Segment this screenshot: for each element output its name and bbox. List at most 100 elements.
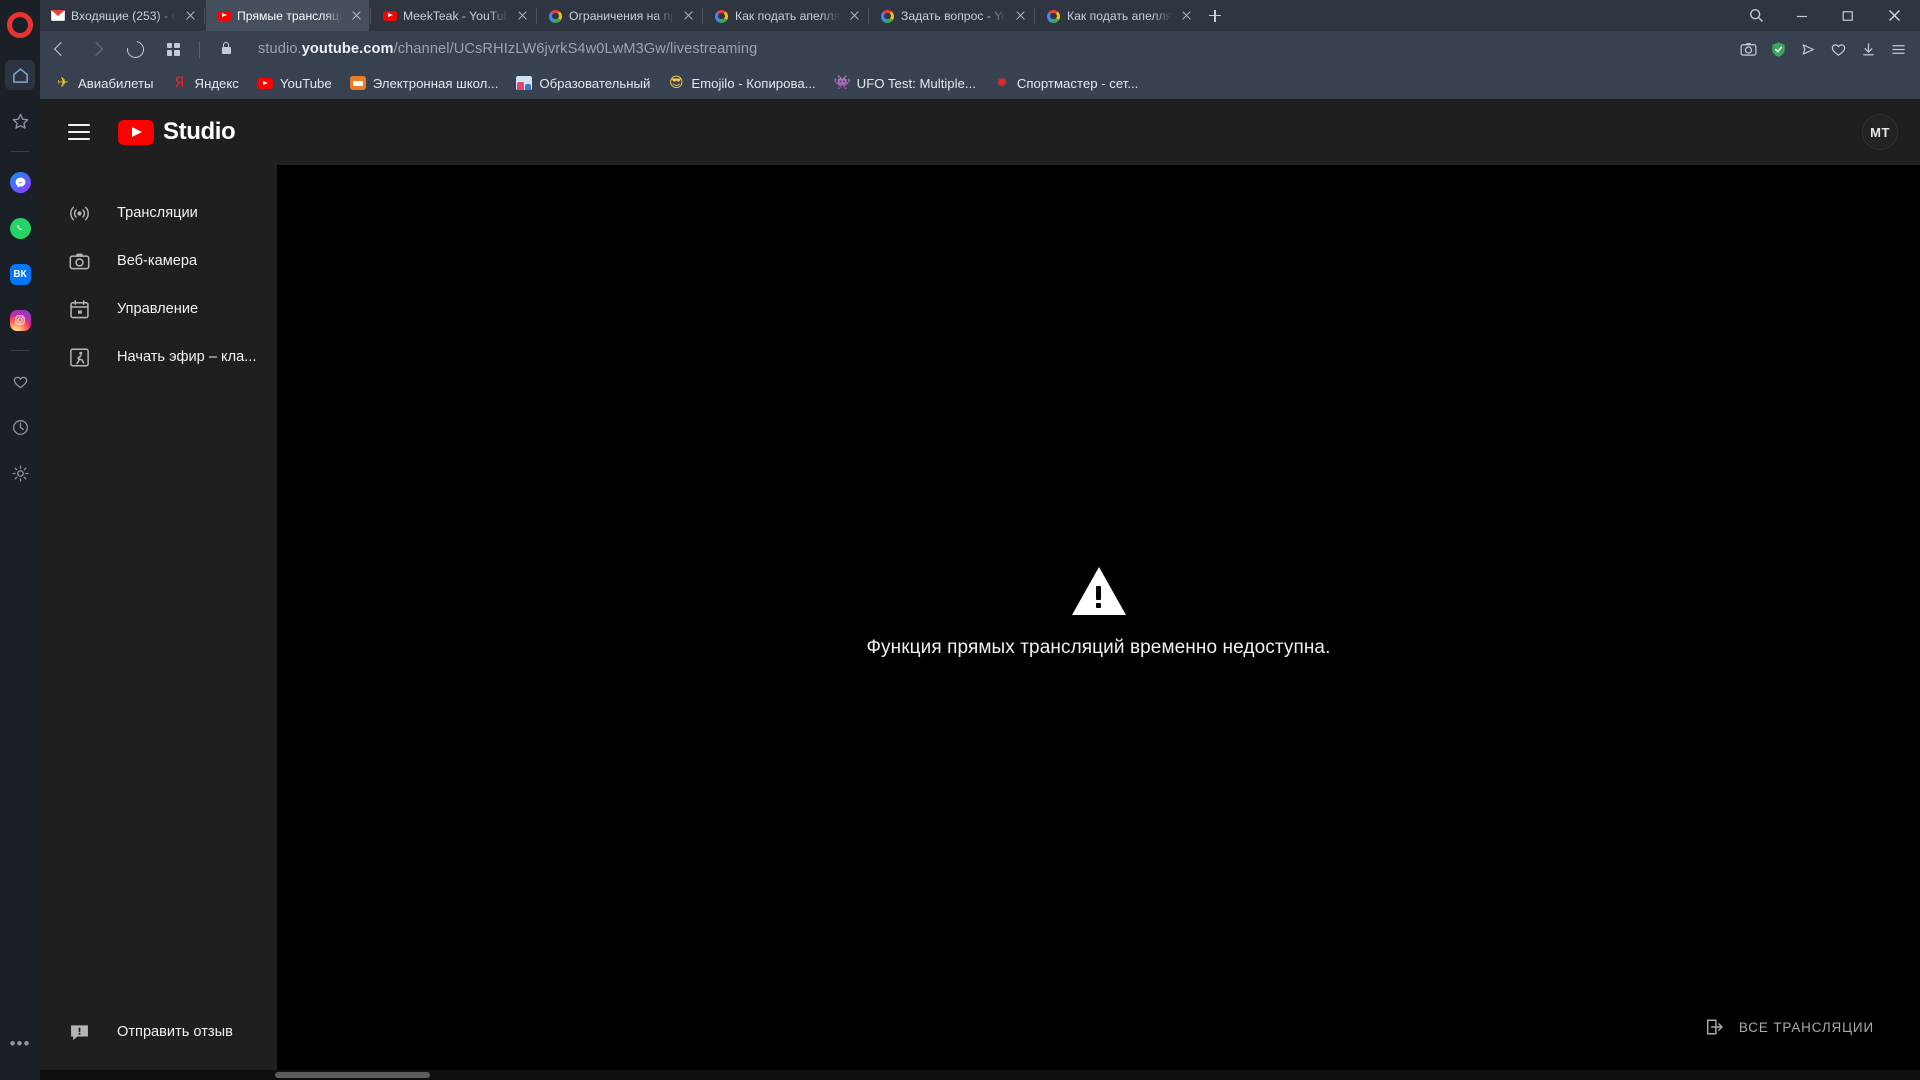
warning-triangle-icon: [1071, 567, 1126, 615]
history-clock-icon: [12, 419, 28, 435]
menu-icon: [1891, 44, 1905, 54]
new-tab-button[interactable]: [1199, 0, 1230, 31]
close-window-button[interactable]: [1872, 0, 1916, 31]
tab-separator: [370, 7, 371, 24]
broadcast-icon: [67, 201, 91, 225]
opera-logo-icon[interactable]: [7, 12, 33, 38]
send-feedback-button[interactable]: Отправить отзыв: [40, 1008, 277, 1056]
tab-close-icon[interactable]: [1178, 7, 1195, 24]
sidebar-more-options-button[interactable]: •••: [5, 1028, 35, 1058]
run-exit-icon: [67, 345, 91, 369]
browser-tab[interactable]: Ограничения на прямые т: [538, 0, 701, 31]
tab-close-icon[interactable]: [514, 7, 531, 24]
sidebar-item-label: Трансляции: [117, 205, 198, 221]
maximize-icon: [1842, 10, 1853, 21]
divider: [199, 40, 200, 58]
back-arrow-icon: [53, 41, 68, 57]
vpn-shield-button[interactable]: [1763, 34, 1793, 64]
browser-tab[interactable]: Как подать апелляцию на: [1036, 0, 1199, 31]
tab-overview-button[interactable]: [154, 34, 192, 64]
tab-close-icon[interactable]: [846, 7, 863, 24]
minimize-button[interactable]: [1780, 0, 1824, 31]
google-icon: [881, 9, 895, 23]
sidebar-item-heart[interactable]: [5, 366, 35, 396]
tab-close-icon[interactable]: [680, 7, 697, 24]
sidebar-item-label: Начать эфир – кла...: [117, 349, 257, 365]
opera-sidebar: ВК •••: [0, 0, 40, 1080]
sidebar-item-history[interactable]: [5, 412, 35, 442]
browser-tab[interactable]: Входящие (253) - craft.tv.m: [40, 0, 203, 31]
bookmark-label: YouTube: [279, 75, 332, 91]
bookmark-item[interactable]: Электронная школ...: [341, 72, 508, 94]
google-icon: [549, 9, 563, 23]
empty-state-message: Функция прямых трансляций временно недос…: [866, 637, 1331, 658]
bookmark-item[interactable]: ✹ Спортмастер - сет...: [985, 72, 1147, 94]
tab-close-icon[interactable]: [348, 7, 365, 24]
instagram-icon: [9, 309, 31, 331]
education-icon: [516, 75, 533, 91]
bookmark-item[interactable]: YouTube: [248, 72, 341, 94]
browser-search-button[interactable]: [1734, 0, 1778, 31]
hamburger-menu-icon[interactable]: [66, 119, 92, 145]
browser-tab[interactable]: Задать вопрос - YouTube С: [870, 0, 1033, 31]
tab-close-icon[interactable]: [1012, 7, 1029, 24]
bookmark-label: Электронная школ...: [372, 75, 499, 91]
sidebar-item-instagram[interactable]: [5, 305, 35, 335]
horizontal-scrollbar[interactable]: [40, 1070, 1920, 1080]
reload-button[interactable]: [116, 34, 154, 64]
calendar-icon: [67, 297, 91, 321]
sidebar-item-vk[interactable]: ВК: [5, 259, 35, 289]
site-security-button[interactable]: [207, 34, 245, 64]
bookmark-item[interactable]: Образовательный: [507, 72, 659, 94]
sidebar-item-label: Управление: [117, 301, 199, 317]
sidebar-item-classic-live[interactable]: Начать эфир – кла...: [40, 333, 277, 381]
close-icon: [1888, 10, 1900, 21]
tab-title: MeekTeak - YouTube: [403, 8, 508, 23]
sidebar-item-settings[interactable]: [5, 458, 35, 488]
sidebar-item-messenger[interactable]: [5, 167, 35, 197]
sidebar-item-broadcasts[interactable]: Трансляции: [40, 189, 277, 237]
bookmark-item[interactable]: 😎 Emojilo - Копирова...: [659, 72, 824, 94]
google-icon: [715, 9, 729, 23]
scrollbar-thumb[interactable]: [275, 1072, 430, 1078]
browser-tab-active[interactable]: Прямые трансляции - You: [206, 0, 369, 31]
sidebar-item-webcam[interactable]: Веб-камера: [40, 237, 277, 285]
avatar[interactable]: МТ: [1862, 114, 1898, 150]
browser-window: Входящие (253) - craft.tv.m Прямые трансл…: [0, 0, 1920, 1080]
forward-button[interactable]: [78, 34, 116, 64]
studio-header: Studio МТ: [40, 99, 1920, 165]
send-icon: [1802, 43, 1814, 55]
bookmark-item[interactable]: Я Яндекс: [163, 72, 248, 94]
sidebar-item-speed-dial[interactable]: [5, 60, 35, 90]
bookmark-item[interactable]: ✈ Авиабилеты: [46, 72, 163, 94]
yandex-icon: Я: [174, 75, 185, 91]
sidebar-item-favorites[interactable]: [5, 106, 35, 136]
gmail-icon: [51, 9, 65, 23]
browser-tab[interactable]: Как подать апелляцию на: [704, 0, 867, 31]
send-button[interactable]: [1793, 34, 1823, 64]
tab-title: Как подать апелляцию на: [1067, 8, 1172, 23]
all-streams-button[interactable]: ВСЕ ТРАНСЛЯЦИИ: [1704, 1016, 1874, 1038]
tab-close-icon[interactable]: [182, 7, 199, 24]
downloads-button[interactable]: [1853, 34, 1883, 64]
divider: [11, 350, 29, 351]
maximize-button[interactable]: [1826, 0, 1870, 31]
snapshot-button[interactable]: [1733, 34, 1763, 64]
bookmark-item[interactable]: 👾 UFO Test: Multiple...: [825, 72, 985, 94]
bookmarks-bar: ✈ Авиабилеты Я Яндекс YouTube Электронная шко…: [0, 67, 1920, 99]
sidebar-item-whatsapp[interactable]: [5, 213, 35, 243]
studio-logo[interactable]: Studio: [118, 118, 236, 146]
ufo-icon: 👾: [833, 75, 852, 91]
address-bar[interactable]: studio.youtube.com/channel/UCsRHIzLW6jvr…: [245, 34, 1733, 64]
bookmark-heart-button[interactable]: [1823, 34, 1853, 64]
bookmark-label: Спортмастер - сет...: [1016, 75, 1139, 91]
back-button[interactable]: [40, 34, 78, 64]
sidebar-item-manage[interactable]: Управление: [40, 285, 277, 333]
studio-main-content: Функция прямых трансляций временно недос…: [277, 165, 1920, 1080]
browser-menu-button[interactable]: [1883, 34, 1913, 64]
tab-separator: [868, 7, 869, 24]
window-controls: [1734, 0, 1920, 31]
favorites-star-icon: [12, 113, 28, 129]
shield-check-icon: [1771, 41, 1785, 57]
browser-tab[interactable]: MeekTeak - YouTube: [372, 0, 535, 31]
